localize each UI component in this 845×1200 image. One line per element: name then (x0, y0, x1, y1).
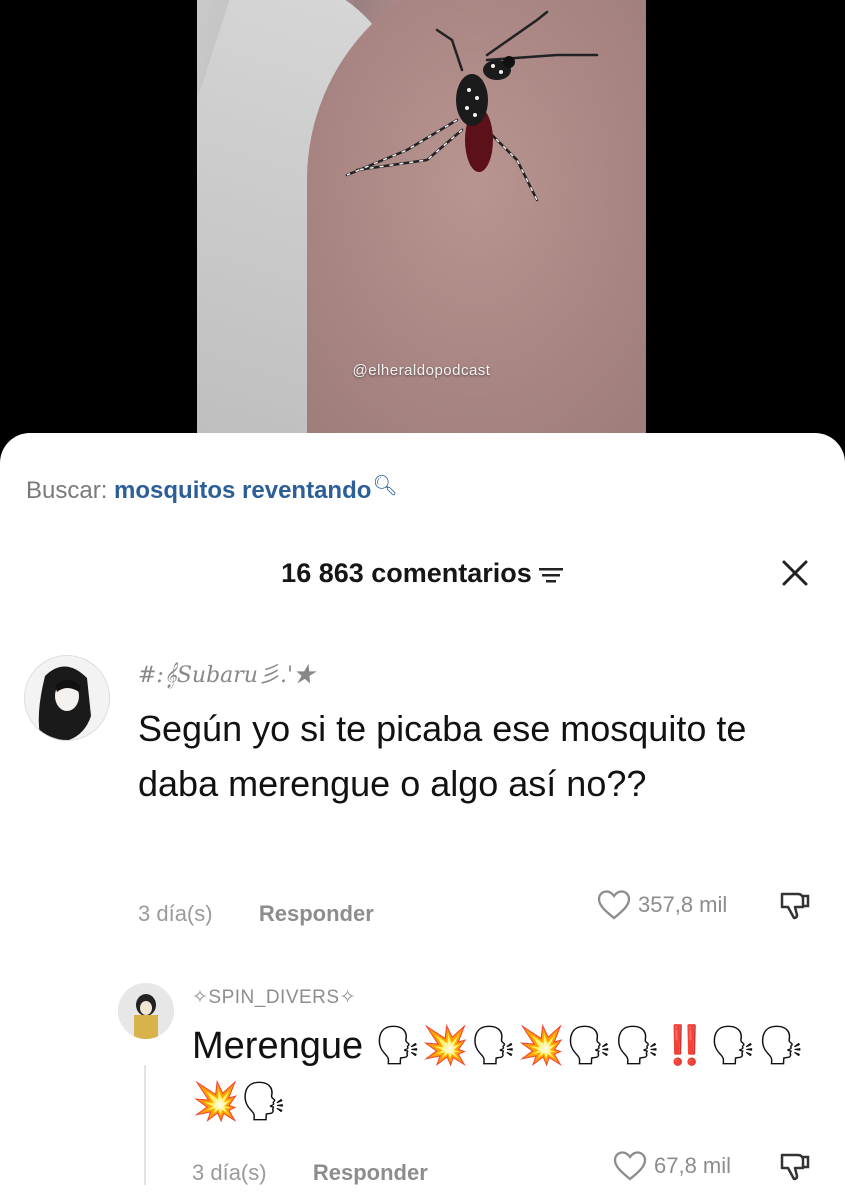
heart-icon (597, 890, 631, 920)
search-query-link[interactable]: mosquitos reventando (114, 477, 371, 504)
dislike-icon[interactable] (778, 1149, 812, 1183)
close-icon[interactable] (779, 557, 811, 589)
comments-sheet: Buscar: mosquitos reventando🔍︎ 16 863 co… (0, 433, 845, 1200)
like-button[interactable]: 357,8 mil (596, 889, 727, 921)
mosquito-image (345, 10, 599, 202)
search-suggestion[interactable]: Buscar: mosquitos reventando🔍︎ (26, 473, 398, 505)
video-frame[interactable]: @elheraldopodcast (197, 0, 646, 470)
thread-line (144, 1065, 146, 1185)
reply-button[interactable]: Responder (259, 901, 374, 926)
avatar[interactable] (118, 983, 174, 1039)
comment-username[interactable]: ✧SPIN_DIVERS✧ (192, 986, 356, 1009)
sort-filter-icon[interactable] (538, 565, 564, 585)
comment-text: Merengue 🗣💥🗣💥🗣🗣‼️🗣🗣💥🗣 (192, 1025, 806, 1123)
like-count: 67,8 mil (654, 1153, 732, 1178)
reply-button[interactable]: Responder (313, 1160, 428, 1185)
like-button[interactable]: 67,8 mil (612, 1150, 731, 1182)
heart-icon (613, 1151, 647, 1181)
comments-count: 16 863 comentarios (281, 558, 532, 588)
video-watermark: @elheraldopodcast (352, 362, 491, 379)
video-player[interactable]: @elheraldopodcast (0, 0, 845, 470)
search-prefix: Buscar: (26, 477, 108, 504)
comment-text: Según yo si te picaba ese mosquito te da… (138, 708, 747, 804)
avatar[interactable] (24, 655, 110, 741)
comment-username[interactable]: #:𝄞Subaru彡.'★ (138, 657, 315, 689)
search-icon[interactable]: 🔍︎ (372, 475, 397, 497)
comment-meta: 3 día(s) Responder (138, 901, 374, 927)
comments-header: 16 863 comentarios (0, 558, 845, 589)
like-count: 357,8 mil (638, 892, 728, 917)
comment-time: 3 día(s) (138, 901, 213, 926)
comment-time: 3 día(s) (192, 1160, 267, 1185)
dislike-icon[interactable] (778, 888, 812, 922)
comment-meta: 3 día(s) Responder (192, 1160, 428, 1186)
